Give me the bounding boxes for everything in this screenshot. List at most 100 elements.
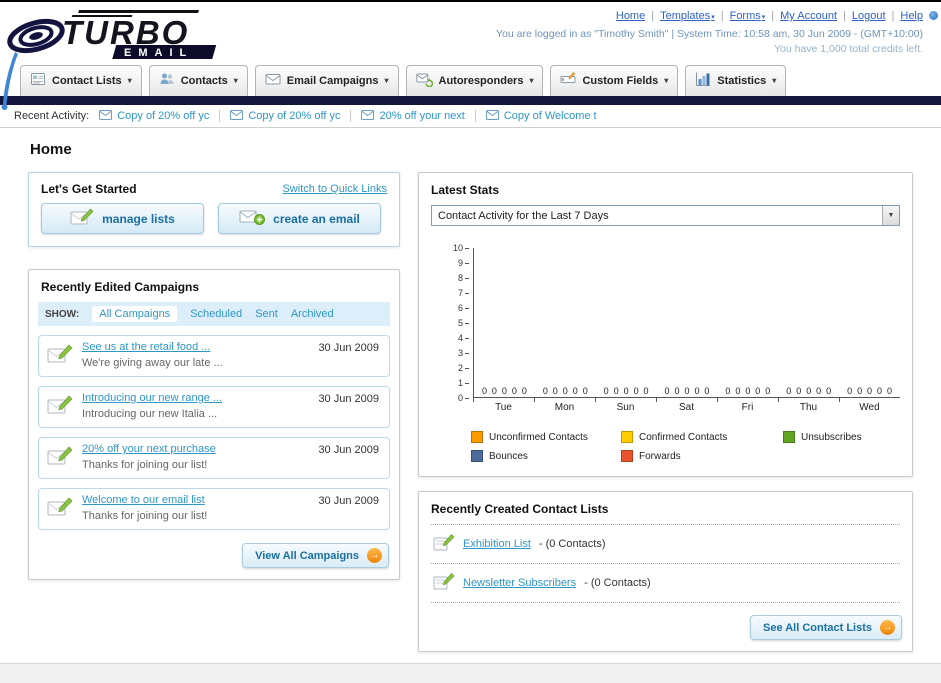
tab-autoresponders[interactable]: Autoresponders ▾ (405, 65, 544, 96)
email-campaigns-icon (265, 71, 281, 90)
campaign-title-link[interactable]: See us at the retail food ... (82, 341, 223, 353)
campaign-title-link[interactable]: Welcome to our email list (82, 494, 207, 506)
campaign-title-link[interactable]: 20% off your next purchase (82, 443, 216, 455)
campaign-date: 30 Jun 2009 (318, 393, 379, 405)
chevron-down-icon: ▾ (664, 76, 669, 85)
legend-item: Confirmed Contacts (621, 431, 783, 443)
chart-y-tick: 8 (458, 273, 469, 283)
recent-activity-item[interactable]: Copy of 20% off yc (99, 109, 209, 123)
switch-to-quick-links-link[interactable]: Switch to Quick Links (282, 183, 387, 195)
recent-activity-item[interactable]: Copy of 20% off yc (230, 109, 341, 123)
right-column: Latest Stats Contact Activity for the La… (418, 172, 913, 652)
legend-label: Unconfirmed Contacts (489, 431, 588, 443)
contact-list-link[interactable]: Newsletter Subscribers (463, 577, 576, 589)
latest-stats-title: Latest Stats (431, 183, 500, 197)
filter-all-campaigns[interactable]: All Campaigns (92, 306, 178, 322)
contact-list-row: Newsletter Subscribers - (0 Contacts) (431, 564, 900, 603)
chart-y-tick: 6 (458, 303, 469, 313)
create-email-button[interactable]: create an email (218, 203, 381, 234)
contact-lists-body: Exhibition List - (0 Contacts) Newslette… (431, 524, 900, 603)
chevron-down-icon: ▾ (233, 76, 238, 85)
campaign-row: Welcome to our email list Thanks for joi… (38, 488, 390, 530)
legend-swatch (621, 450, 633, 462)
see-all-contact-lists-label: See All Contact Lists (762, 621, 872, 634)
recent-activity-item[interactable]: Copy of Welcome t (485, 109, 597, 123)
nav-link-my-account[interactable]: My Account (780, 10, 837, 22)
app-window: TURBO EMAIL Home | Templates▾ | Forms▾ |… (0, 0, 941, 683)
edit-campaign-icon[interactable] (47, 343, 73, 370)
chevron-down-icon: ▾ (761, 14, 766, 21)
contact-list-link[interactable]: Exhibition List (463, 538, 531, 550)
contact-lists-icon (30, 71, 46, 90)
nav-link-logout[interactable]: Logout (852, 10, 886, 22)
logo-text-sub: EMAIL (124, 47, 193, 59)
chart-x-tick-label: Tue (473, 398, 534, 413)
legend-swatch (471, 450, 483, 462)
legend-item: Unconfirmed Contacts (471, 431, 621, 443)
manage-lists-label: manage lists (102, 211, 175, 226)
chart-y-tick: 4 (458, 333, 469, 343)
legend-label: Bounces (489, 450, 528, 462)
logo-swoosh-tail (1, 52, 18, 110)
header-nav: Home | Templates▾ | Forms▾ | My Account … (496, 10, 923, 22)
separator: | (771, 10, 775, 22)
edit-list-icon[interactable] (433, 572, 455, 594)
legend-swatch (621, 431, 633, 443)
campaign-title-link[interactable]: Introducing our new range ... (82, 392, 222, 404)
tab-label: Autoresponders (438, 74, 524, 87)
tab-statistics[interactable]: Statistics ▾ (685, 65, 787, 96)
edit-campaign-icon[interactable] (47, 496, 73, 523)
edit-list-icon[interactable] (433, 533, 455, 555)
envelope-icon (485, 109, 499, 123)
chart-y-axis: 0 1 2 3 4 5 6 7 8 9 10 (437, 243, 469, 403)
recent-activity-label: Recent Activity: (14, 110, 90, 122)
chart-x-tick-label: Fri (717, 398, 778, 413)
main-navigation: Contact Lists ▾ Contacts ▾ Email Campaig… (0, 65, 941, 96)
nav-link-label: Templates (660, 10, 711, 22)
contact-list-row: Exhibition List - (0 Contacts) (431, 525, 900, 564)
contact-list-count: - (0 Contacts) (538, 538, 606, 550)
nav-link-forms[interactable]: Forms▾ (730, 10, 766, 22)
filter-scheduled[interactable]: Scheduled (190, 308, 242, 320)
chart-value-labels: 00000 (725, 386, 771, 396)
edit-campaign-icon[interactable] (47, 445, 73, 472)
view-all-campaigns-button[interactable]: View All Campaigns → (242, 543, 389, 568)
tab-custom-fields[interactable]: Custom Fields ▾ (550, 65, 679, 96)
show-label: SHOW: (45, 308, 80, 320)
chart-y-tick: 10 (453, 243, 469, 253)
legend-label: Forwards (639, 450, 681, 462)
decorative-blue-dot (929, 11, 938, 20)
tab-email-campaigns[interactable]: Email Campaigns ▾ (254, 65, 399, 96)
legend-row-1: Unconfirmed Contacts Confirmed Contacts Un… (471, 431, 912, 443)
nav-link-home[interactable]: Home (616, 10, 645, 22)
legend-item: Bounces (471, 450, 621, 462)
recent-campaigns-panel: Recently Edited Campaigns SHOW: All Camp… (28, 269, 400, 580)
chart-y-tick: 7 (458, 288, 469, 298)
recent-activity-item[interactable]: 20% off your next (361, 109, 465, 123)
filter-sent[interactable]: Sent (255, 308, 278, 320)
campaign-date: 30 Jun 2009 (318, 342, 379, 354)
latest-stats-panel: Latest Stats Contact Activity for the La… (418, 172, 913, 477)
separator (474, 110, 476, 122)
filter-archived[interactable]: Archived (291, 308, 334, 320)
tab-contact-lists[interactable]: Contact Lists ▾ (20, 65, 142, 96)
legend-row-2: Bounces Forwards (471, 450, 912, 462)
nav-link-help[interactable]: Help (900, 10, 923, 22)
nav-link-templates[interactable]: Templates▾ (660, 10, 715, 22)
get-started-panel: Let's Get Started Switch to Quick Links … (28, 172, 400, 247)
manage-lists-button[interactable]: manage lists (41, 203, 204, 234)
stats-period-select[interactable]: Contact Activity for the Last 7 Days ▼ (431, 205, 900, 226)
edit-campaign-icon[interactable] (47, 394, 73, 421)
edit-pencil-icon (70, 207, 94, 230)
arrow-right-icon: → (880, 620, 895, 635)
chart-value-labels: 00000 (786, 386, 832, 396)
tab-contacts[interactable]: Contacts ▾ (148, 65, 248, 96)
chart-y-tick: 1 (458, 378, 469, 388)
custom-fields-icon (560, 71, 576, 90)
separator: | (720, 10, 724, 22)
recent-activity-link: Copy of Welcome t (503, 110, 597, 122)
recent-activity-link: Copy of 20% off yc (248, 110, 341, 122)
see-all-contact-lists-button[interactable]: See All Contact Lists → (749, 615, 902, 640)
chart-value-labels: 00000 (847, 386, 892, 396)
contact-list-count: - (0 Contacts) (584, 577, 651, 589)
